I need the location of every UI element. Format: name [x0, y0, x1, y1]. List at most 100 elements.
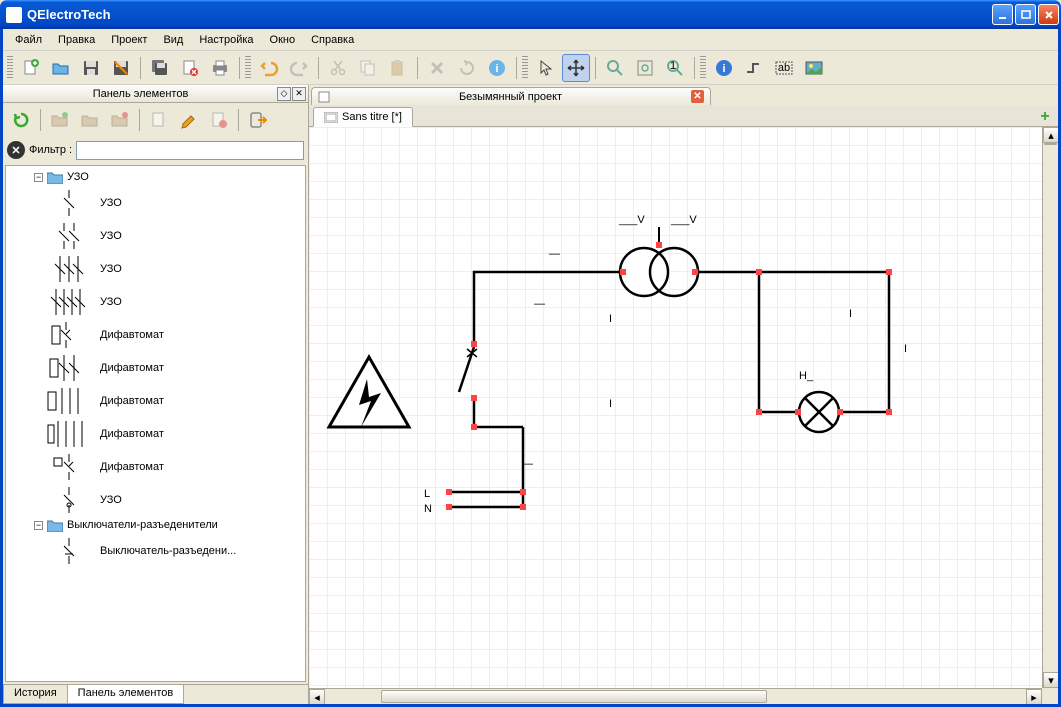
panel-close-button[interactable]: ✕ [292, 87, 306, 101]
menu-help[interactable]: Справка [303, 32, 362, 48]
horizontal-scrollbar[interactable]: ◂ ▸ [309, 688, 1042, 704]
info-button[interactable]: i [483, 54, 511, 82]
toolbar-handle[interactable] [245, 56, 251, 80]
panel-toolbar [3, 103, 308, 137]
delete-button[interactable] [423, 54, 451, 82]
transformer-symbol[interactable]: ___V ___V [618, 214, 698, 296]
titleblock-button[interactable]: ab [770, 54, 798, 82]
panel-tabs: История Панель элементов [3, 684, 308, 704]
element-icon [46, 452, 92, 482]
conductor-button[interactable] [740, 54, 768, 82]
tree-folder[interactable]: − Выключатели-разъеденители [6, 516, 305, 534]
collapse-icon[interactable]: − [34, 173, 43, 182]
menu-settings[interactable]: Настройка [191, 32, 261, 48]
elements-tree[interactable]: − УЗО УЗО УЗО УЗО УЗО Дифавтомат Дифавто… [5, 165, 306, 682]
tab-history[interactable]: История [3, 685, 68, 704]
tree-item[interactable]: УЗО [6, 483, 305, 516]
tree-item[interactable]: УЗО [6, 285, 305, 318]
new-element-button[interactable] [145, 106, 173, 134]
new-button[interactable] [17, 54, 45, 82]
import-button[interactable] [244, 106, 272, 134]
save-as-button[interactable] [107, 54, 135, 82]
clear-filter-button[interactable]: ✕ [7, 141, 25, 159]
element-icon [46, 353, 92, 383]
lamp-symbol[interactable]: H_ [795, 370, 843, 432]
redo-button[interactable] [285, 54, 313, 82]
rotate-button[interactable] [453, 54, 481, 82]
svg-text:i: i [495, 63, 498, 75]
tree-item[interactable]: УЗО [6, 219, 305, 252]
add-sheet-button[interactable]: + [1036, 108, 1054, 126]
menu-file[interactable]: Файл [7, 32, 50, 48]
zoom-reset-button[interactable]: 1 [661, 54, 689, 82]
svg-text:I: I [849, 308, 852, 320]
scroll-down-button[interactable]: ▾ [1043, 672, 1058, 688]
properties-button[interactable]: i [710, 54, 738, 82]
move-tool[interactable] [562, 54, 590, 82]
filter-input[interactable] [76, 141, 304, 160]
delete-category-button[interactable] [106, 106, 134, 134]
close-project-button[interactable]: ✕ [691, 90, 704, 103]
delete-element-button[interactable] [205, 106, 233, 134]
scroll-right-button[interactable]: ▸ [1026, 689, 1042, 704]
schematic-drawing: ___V ___V [309, 127, 1049, 687]
project-icon [318, 91, 330, 103]
menu-window[interactable]: Окно [262, 32, 304, 48]
panel-float-button[interactable]: ◇ [277, 87, 291, 101]
pointer-tool[interactable] [532, 54, 560, 82]
svg-text:ab: ab [778, 62, 790, 74]
drawing-canvas[interactable]: ___V ___V [309, 127, 1042, 688]
edit-category-button[interactable] [76, 106, 104, 134]
minimize-button[interactable] [992, 4, 1013, 25]
canvas-viewport[interactable]: ___V ___V [309, 127, 1058, 704]
new-category-button[interactable] [46, 106, 74, 134]
save-all-button[interactable] [146, 54, 174, 82]
tree-item[interactable]: Выключатель-разъедени... [6, 534, 305, 567]
tree-item[interactable]: Дифавтомат [6, 318, 305, 351]
svg-text:i: i [722, 63, 725, 75]
project-tab[interactable]: Безымянный проект ✕ [311, 87, 711, 105]
collapse-icon[interactable]: − [34, 521, 43, 530]
close-button[interactable] [1038, 4, 1059, 25]
tree-item[interactable]: Дифавтомат [6, 450, 305, 483]
image-button[interactable] [800, 54, 828, 82]
cut-button[interactable] [324, 54, 352, 82]
zoom-fit-button[interactable] [631, 54, 659, 82]
menubar: Файл Правка Проект Вид Настройка Окно Сп… [3, 29, 1058, 51]
filter-row: ✕ Фильтр : [3, 137, 308, 163]
menu-project[interactable]: Проект [103, 32, 155, 48]
element-icon [46, 221, 92, 251]
tree-item[interactable]: УЗО [6, 252, 305, 285]
menu-edit[interactable]: Правка [50, 32, 103, 48]
paste-button[interactable] [384, 54, 412, 82]
project-tab-bar: Безымянный проект ✕ [309, 85, 1058, 105]
scroll-up-button[interactable]: ▴ [1043, 127, 1058, 143]
undo-button[interactable] [255, 54, 283, 82]
maximize-button[interactable] [1015, 4, 1036, 25]
print-button[interactable] [206, 54, 234, 82]
scroll-left-button[interactable]: ◂ [309, 689, 325, 704]
tree-item[interactable]: Дифавтомат [6, 384, 305, 417]
vertical-scrollbar[interactable]: ▴ ▾ [1042, 127, 1058, 688]
tab-elements[interactable]: Панель элементов [67, 685, 185, 704]
toolbar-handle[interactable] [700, 56, 706, 80]
tree-folder[interactable]: − УЗО [6, 168, 305, 186]
folder-icon [47, 519, 63, 532]
edit-element-button[interactable] [175, 106, 203, 134]
open-button[interactable] [47, 54, 75, 82]
reload-button[interactable] [7, 106, 35, 134]
zoom-button[interactable] [601, 54, 629, 82]
warning-symbol[interactable] [329, 357, 409, 427]
elements-panel: Панель элементов ◇ ✕ ✕ Фильтр : [3, 85, 309, 704]
tree-item[interactable]: Дифавтомат [6, 351, 305, 384]
toolbar-handle[interactable] [7, 56, 13, 80]
close-file-button[interactable] [176, 54, 204, 82]
switch-symbol[interactable] [459, 341, 477, 401]
tree-item[interactable]: УЗО [6, 186, 305, 219]
sheet-tab[interactable]: Sans titre [*] [313, 107, 413, 127]
tree-item[interactable]: Дифавтомат [6, 417, 305, 450]
save-button[interactable] [77, 54, 105, 82]
menu-view[interactable]: Вид [155, 32, 191, 48]
toolbar-handle[interactable] [522, 56, 528, 80]
copy-button[interactable] [354, 54, 382, 82]
